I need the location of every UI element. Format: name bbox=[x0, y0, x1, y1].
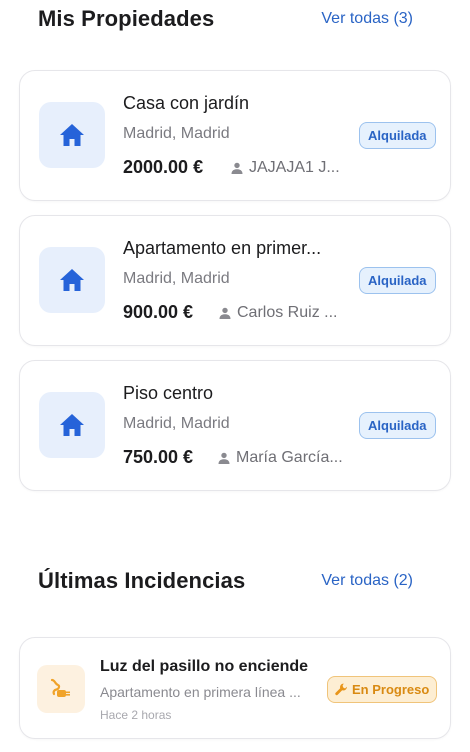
property-price: 2000.00 € bbox=[123, 157, 204, 177]
tenant-info: María García... bbox=[218, 449, 343, 467]
incident-card[interactable]: Luz del pasillo no enciende Apartamento … bbox=[19, 637, 451, 739]
tenant-name: María García... bbox=[236, 449, 343, 466]
property-title: Casa con jardín bbox=[123, 93, 250, 113]
incidents-title: Últimas Incidencias bbox=[38, 568, 246, 593]
incident-status-label: En Progreso bbox=[352, 682, 430, 697]
tenant-info: Carlos Ruiz ... bbox=[219, 304, 337, 322]
property-thumbnail bbox=[39, 102, 105, 168]
home-icon bbox=[60, 414, 84, 436]
person-icon bbox=[231, 162, 243, 174]
property-card[interactable]: Piso centro Madrid, Madrid 750.00 € Marí… bbox=[19, 360, 451, 491]
wrench-icon bbox=[335, 683, 347, 696]
status-badge: Alquilada bbox=[359, 267, 436, 294]
incident-title: Luz del pasillo no enciende bbox=[100, 658, 309, 675]
incidents-header: Últimas Incidencias Ver todas (2) bbox=[38, 568, 413, 594]
property-card[interactable]: Casa con jardín Madrid, Madrid 2000.00 €… bbox=[19, 70, 451, 201]
property-card[interactable]: Apartamento en primer... Madrid, Madrid … bbox=[19, 215, 451, 346]
property-price: 750.00 € bbox=[123, 447, 194, 467]
tenant-name: Carlos Ruiz ... bbox=[237, 304, 338, 321]
property-title: Apartamento en primer... bbox=[123, 238, 322, 258]
status-badge: Alquilada bbox=[359, 122, 436, 149]
property-location: Madrid, Madrid bbox=[123, 270, 230, 287]
properties-header: Mis Propiedades Ver todas (3) bbox=[38, 6, 413, 32]
home-icon bbox=[60, 269, 84, 291]
tenant-name: JAJAJA1 J... bbox=[249, 159, 340, 176]
see-all-incidents-link[interactable]: Ver todas (2) bbox=[321, 572, 413, 590]
incident-thumbnail bbox=[37, 665, 85, 713]
property-thumbnail bbox=[39, 247, 105, 313]
incident-property: Apartamento en primera línea ... bbox=[100, 684, 301, 700]
plug-icon bbox=[50, 678, 70, 697]
incident-time: Hace 2 horas bbox=[100, 708, 172, 722]
properties-title: Mis Propiedades bbox=[38, 6, 215, 31]
see-all-properties-link[interactable]: Ver todas (3) bbox=[321, 10, 413, 28]
tenant-info: JAJAJA1 J... bbox=[231, 159, 340, 177]
status-badge: Alquilada bbox=[359, 412, 436, 439]
person-icon bbox=[218, 452, 230, 464]
property-thumbnail bbox=[39, 392, 105, 458]
incident-status-badge: En Progreso bbox=[327, 676, 438, 703]
home-icon bbox=[60, 124, 84, 146]
person-icon bbox=[219, 307, 231, 319]
property-location: Madrid, Madrid bbox=[123, 125, 230, 142]
property-title: Piso centro bbox=[123, 383, 214, 403]
property-price: 900.00 € bbox=[123, 302, 194, 322]
property-location: Madrid, Madrid bbox=[123, 415, 230, 432]
